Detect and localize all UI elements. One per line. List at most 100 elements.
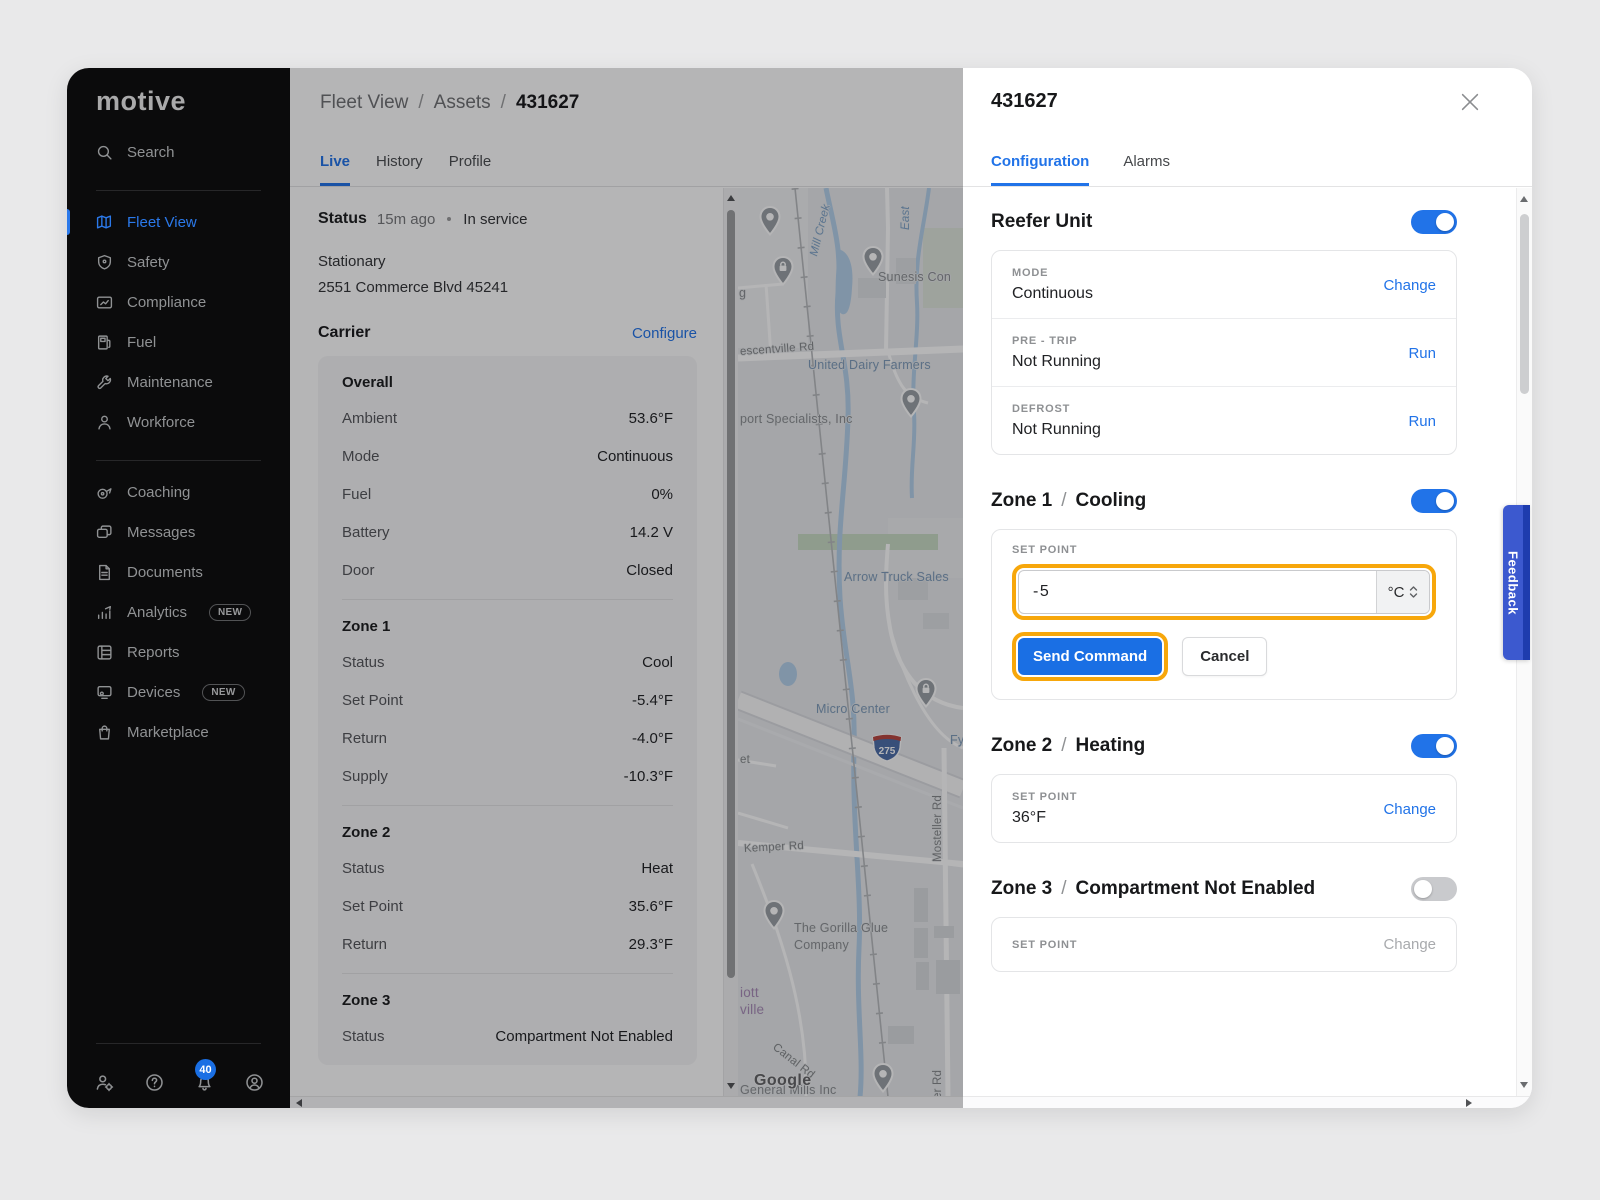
zone2-toggle[interactable] bbox=[1411, 734, 1457, 758]
breadcrumb-separator: / bbox=[418, 92, 423, 114]
telemetry-label: Door bbox=[342, 562, 375, 579]
setpoint-input[interactable] bbox=[1019, 571, 1376, 613]
telemetry-value: 0% bbox=[651, 486, 673, 503]
google-logo: Google bbox=[754, 1072, 812, 1090]
scroll-right-arrow[interactable] bbox=[1466, 1099, 1472, 1107]
sidebar-item-messages[interactable]: Messages bbox=[67, 512, 290, 552]
sidebar-item-safety[interactable]: Safety bbox=[67, 242, 290, 282]
feedback-tab[interactable]: Feedback bbox=[1503, 505, 1530, 660]
sidebar-item-coaching[interactable]: Coaching bbox=[67, 472, 290, 512]
map-pin-lock[interactable] bbox=[771, 256, 795, 286]
config-row-action-run[interactable]: Run bbox=[1408, 413, 1436, 430]
nav-group-secondary: Coaching Messages Documents AnalyticsNEWRep… bbox=[67, 472, 290, 752]
scroll-down-arrow[interactable] bbox=[727, 1083, 735, 1089]
dot-separator bbox=[447, 217, 451, 221]
sidebar-item-label: Devices bbox=[127, 684, 180, 701]
sidebar-item-workforce[interactable]: Workforce bbox=[67, 402, 290, 442]
scroll-up-arrow[interactable] bbox=[727, 195, 735, 201]
config-row-action-run[interactable]: Run bbox=[1408, 345, 1436, 362]
close-icon[interactable] bbox=[1460, 92, 1480, 112]
map-pin-dot[interactable] bbox=[871, 1063, 895, 1093]
map-label-mosteller-rd: Mosteller Rd bbox=[932, 795, 944, 862]
status-scrollbar[interactable] bbox=[723, 188, 738, 1096]
sidebar-item-label: Documents bbox=[127, 564, 203, 581]
map-label-micro-center: Micro Center bbox=[816, 702, 890, 716]
admin-settings-icon[interactable] bbox=[95, 1073, 114, 1092]
sidebar-item-reports[interactable]: Reports bbox=[67, 632, 290, 672]
sidebar-item-label: Fuel bbox=[127, 334, 156, 351]
zone3-toggle[interactable] bbox=[1411, 877, 1457, 901]
zone1-toggle[interactable] bbox=[1411, 489, 1457, 513]
scroll-up-arrow[interactable] bbox=[1520, 196, 1528, 202]
sidebar-item-fuel[interactable]: Fuel bbox=[67, 322, 290, 362]
sidebar-item-label: Workforce bbox=[127, 414, 195, 431]
map-icon bbox=[96, 214, 113, 231]
telemetry-group-title: Zone 2 bbox=[342, 824, 673, 841]
telemetry-value: Compartment Not Enabled bbox=[495, 1028, 673, 1045]
map-label-sunesis-con: Sunesis Con bbox=[878, 270, 951, 284]
service-state: In service bbox=[463, 211, 527, 228]
map-pin-lock[interactable] bbox=[914, 678, 938, 708]
panel-header: 431627 Configuration Alarms bbox=[963, 68, 1532, 187]
devices-icon bbox=[96, 684, 113, 701]
scroll-down-arrow[interactable] bbox=[1520, 1082, 1528, 1088]
new-badge: NEW bbox=[202, 684, 244, 701]
carrier-label: Carrier bbox=[318, 324, 370, 342]
sidebar-item-devices[interactable]: Devices NEW bbox=[67, 672, 290, 712]
main-content: Fleet View / Assets / 431627 Live Histor… bbox=[290, 68, 963, 1096]
scroll-left-arrow[interactable] bbox=[296, 1099, 302, 1107]
zone2-setpoint-card: SET POINT 36°F Change bbox=[991, 774, 1457, 843]
horizontal-scrollbar[interactable] bbox=[290, 1096, 1532, 1108]
unit-selector[interactable]: °C bbox=[1376, 571, 1429, 613]
scrollbar-thumb[interactable] bbox=[1520, 214, 1529, 394]
map-pin-dot[interactable] bbox=[861, 246, 885, 276]
map-pin-dot[interactable] bbox=[899, 388, 923, 418]
config-row-action-change[interactable]: Change bbox=[1383, 277, 1436, 294]
asset-config-panel: 431627 Configuration Alarms Reefer Unit … bbox=[963, 68, 1532, 1096]
sidebar-item-maintenance[interactable]: Maintenance bbox=[67, 362, 290, 402]
config-row-label: DEFROST bbox=[1012, 403, 1408, 415]
telemetry-row: Battery14.2 V bbox=[342, 513, 673, 551]
tab-live[interactable]: Live bbox=[320, 153, 350, 186]
panel-tabs: Configuration Alarms bbox=[991, 153, 1170, 186]
sidebar-item-fleet-view[interactable]: Fleet View bbox=[67, 202, 290, 242]
search-icon bbox=[96, 144, 113, 161]
sidebar-item-compliance[interactable]: Compliance bbox=[67, 282, 290, 322]
notifications-bell-icon[interactable]: 40 bbox=[195, 1073, 214, 1092]
tab-alarms[interactable]: Alarms bbox=[1123, 153, 1170, 186]
cancel-button[interactable]: Cancel bbox=[1182, 637, 1267, 676]
map-pin-dot[interactable] bbox=[758, 206, 782, 236]
telemetry-label: Set Point bbox=[342, 898, 403, 915]
sidebar-item-label: Coaching bbox=[127, 484, 190, 501]
config-row-pre-trip: PRE - TRIPNot RunningRun bbox=[992, 319, 1456, 387]
telemetry-group-title: Zone 1 bbox=[342, 618, 673, 635]
telemetry-group-title: Zone 3 bbox=[342, 992, 673, 1009]
telemetry-label: Fuel bbox=[342, 486, 371, 503]
send-command-button[interactable]: Send Command bbox=[1018, 638, 1162, 675]
sidebar-search[interactable]: Search bbox=[96, 144, 175, 161]
wrench-icon bbox=[96, 374, 113, 391]
breadcrumb-fleet-view[interactable]: Fleet View bbox=[320, 92, 408, 114]
tab-history[interactable]: History bbox=[376, 153, 423, 186]
breadcrumb-assets[interactable]: Assets bbox=[434, 92, 491, 114]
telemetry-row: StatusCompartment Not Enabled bbox=[342, 1017, 673, 1055]
map-pin-dot[interactable] bbox=[762, 900, 786, 930]
sidebar-item-documents[interactable]: Documents bbox=[67, 552, 290, 592]
telemetry-row: Set Point35.6°F bbox=[342, 887, 673, 925]
tab-configuration[interactable]: Configuration bbox=[991, 153, 1089, 186]
help-icon[interactable] bbox=[145, 1073, 164, 1092]
tab-profile[interactable]: Profile bbox=[449, 153, 492, 186]
sidebar-item-analytics[interactable]: AnalyticsNEW bbox=[67, 592, 290, 632]
map-label-g: g bbox=[739, 286, 746, 300]
configure-link[interactable]: Configure bbox=[632, 325, 697, 342]
map-canvas[interactable]: Mill CreekEastSunesis Congescentville Rd… bbox=[738, 188, 963, 1096]
sidebar-item-marketplace[interactable]: Marketplace bbox=[67, 712, 290, 752]
zone2-change-link[interactable]: Change bbox=[1383, 801, 1436, 818]
map-label-escentville-rd: escentville Rd bbox=[740, 341, 815, 358]
account-avatar-icon[interactable] bbox=[245, 1073, 264, 1092]
scrollbar-thumb[interactable] bbox=[727, 210, 735, 978]
config-row-text: DEFROSTNot Running bbox=[1012, 403, 1408, 439]
reefer-unit-toggle[interactable] bbox=[1411, 210, 1457, 234]
breadcrumb: Fleet View / Assets / 431627 bbox=[320, 92, 579, 114]
telemetry-value: -10.3°F bbox=[624, 768, 673, 785]
